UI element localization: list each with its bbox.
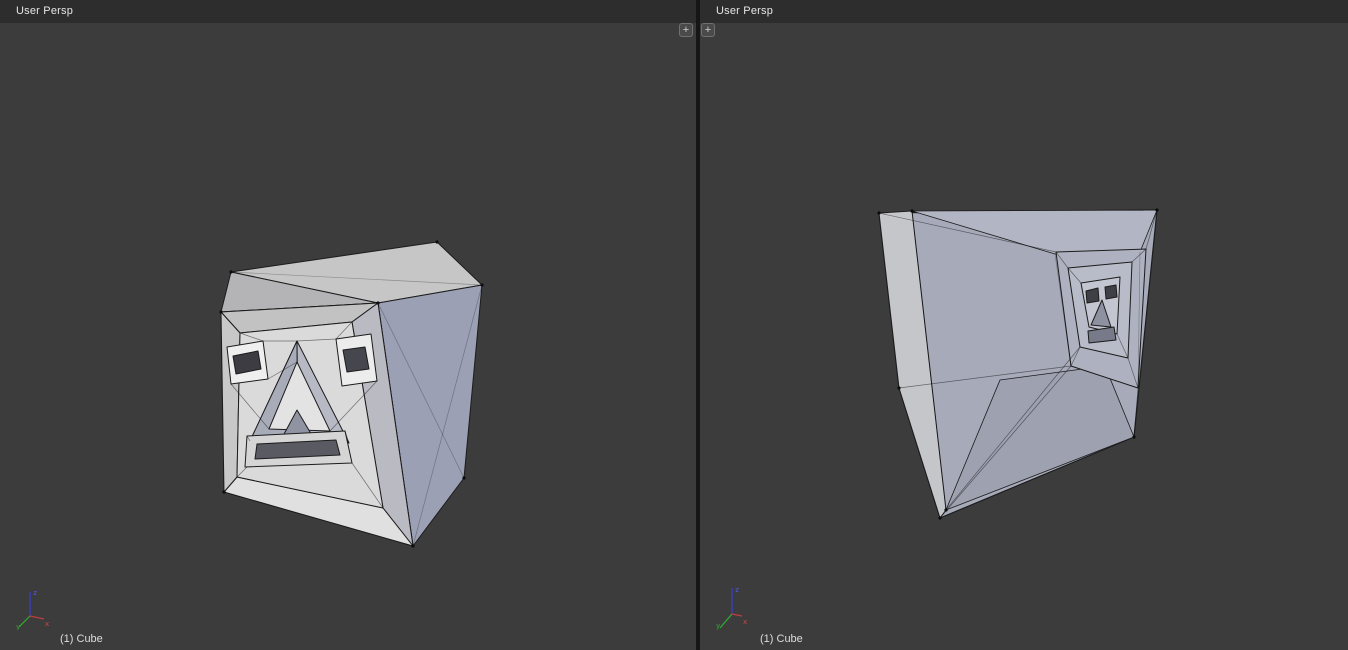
viewport-right[interactable]: User Persp + z y x (1) Cube — [700, 0, 1348, 650]
mesh-cube[interactable] — [0, 0, 696, 650]
expand-region-button[interactable]: + — [679, 23, 693, 37]
plus-icon: + — [682, 23, 690, 36]
axis-x-label: x — [743, 618, 747, 626]
viewport-left[interactable]: User Persp + z y x (1) Cube — [0, 0, 696, 650]
view-mode-label: User Persp — [16, 5, 74, 17]
axis-x-label: x — [45, 620, 49, 628]
viewport-header — [0, 0, 696, 23]
axis-z-label: z — [33, 589, 37, 597]
object-info-label: (1) Cube — [760, 633, 803, 645]
object-info-label: (1) Cube — [60, 633, 103, 645]
viewport-header — [700, 0, 1348, 23]
axis-gizmo-icon: z y x — [16, 589, 49, 630]
axis-y-label: y — [16, 623, 20, 630]
cube-outer-faces — [220, 241, 483, 547]
expand-region-button[interactable]: + — [701, 23, 715, 37]
view-mode-label: User Persp — [716, 5, 774, 17]
axis-z-label: z — [735, 586, 739, 594]
plus-icon: + — [704, 23, 712, 36]
axis-y-label: y — [716, 622, 720, 630]
axis-gizmo-icon: z y x — [716, 586, 747, 630]
mesh-cube-interior[interactable] — [700, 0, 1348, 650]
viewport-divider[interactable] — [696, 0, 700, 650]
